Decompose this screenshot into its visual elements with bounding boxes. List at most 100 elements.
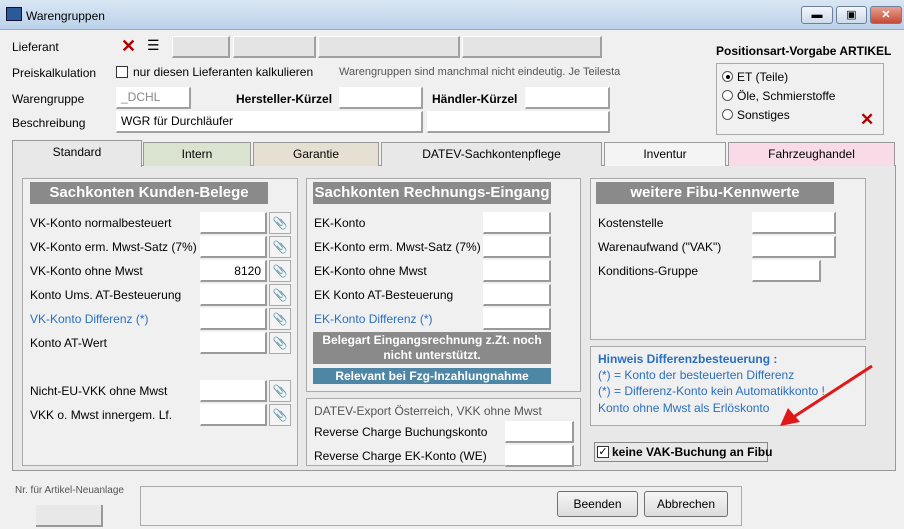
eingang-row-field[interactable] xyxy=(483,308,551,330)
tab-inventur[interactable]: Inventur xyxy=(604,142,726,166)
hinweis-title: Hinweis Differenzbesteuerung : xyxy=(598,352,778,366)
list-icon[interactable]: ☰ xyxy=(147,37,160,54)
reverse-charge-label: Reverse Charge Buchungskonto xyxy=(314,425,488,439)
paperclip-icon[interactable]: 📎 xyxy=(269,404,291,426)
kunden-row-field[interactable] xyxy=(200,308,267,330)
lieferant-field-4[interactable] xyxy=(462,36,602,58)
beschreibung-field-2[interactable] xyxy=(427,111,610,133)
clear-positionsart-icon[interactable]: ✕ xyxy=(860,110,874,130)
nr-artikel-label: Nr. für Artikel-Neuanlage xyxy=(15,485,124,496)
warengruppen-hint: Warengruppen sind manchmal nicht eindeut… xyxy=(339,66,621,78)
paperclip-icon[interactable]: 📎 xyxy=(269,260,291,282)
eingang-row-label: EK-Konto xyxy=(314,216,366,230)
tab-intern[interactable]: Intern xyxy=(143,142,251,166)
radio-et-teile[interactable] xyxy=(722,71,733,82)
nur-lieferant-checkbox[interactable] xyxy=(116,66,128,78)
eingang-row-label: EK Konto AT-Besteuerung xyxy=(314,288,454,302)
minimize-button[interactable]: ▬ xyxy=(801,6,833,24)
radio-oele[interactable] xyxy=(722,90,733,101)
tab-garantie[interactable]: Garantie xyxy=(253,142,379,166)
kostenstelle-field[interactable] xyxy=(752,212,836,234)
kunden-row-label: VK-Konto ohne Mwst xyxy=(30,264,143,278)
eingang-row-label: EK-Konto ohne Mwst xyxy=(314,264,427,278)
haendler-label: Händler-Kürzel xyxy=(432,92,518,106)
relevant-note: Relevant bei Fzg-Inzahlungnahme xyxy=(313,368,551,384)
eingang-title: Sachkonten Rechnungs-Eingang xyxy=(313,182,551,204)
nur-lieferant-label: nur diesen Lieferanten kalkulieren xyxy=(133,65,314,79)
kunden-row-label: VK-Konto normalbesteuert xyxy=(30,216,172,230)
konditionsgruppe-label: Konditions-Gruppe xyxy=(598,264,699,278)
app-icon xyxy=(6,7,22,21)
eingang-row-field[interactable] xyxy=(483,284,551,306)
hinweis-line-3: Konto ohne Mwst als Erlöskonto xyxy=(598,401,770,415)
warengruppe-field[interactable]: _DCHL xyxy=(116,87,191,109)
kunden-row-field[interactable] xyxy=(200,380,267,402)
tab-fahrzeughandel[interactable]: Fahrzeughandel xyxy=(728,142,895,166)
kunden-row-label: VK-Konto erm. Mwst-Satz (7%) xyxy=(30,240,197,254)
paperclip-icon[interactable]: 📎 xyxy=(269,380,291,402)
kunden-row-field[interactable] xyxy=(200,236,267,258)
eingang-row-label: EK-Konto erm. Mwst-Satz (7%) xyxy=(314,240,481,254)
vak-checkbox[interactable]: ✓ xyxy=(597,446,609,458)
radio-sonstiges[interactable] xyxy=(722,109,733,120)
reverse-charge-ek-field[interactable] xyxy=(505,445,574,467)
eingang-row-field[interactable] xyxy=(483,212,551,234)
reverse-charge-field[interactable] xyxy=(505,421,574,443)
eingang-note: Belegart Eingangsrechnung z.Zt. noch nic… xyxy=(313,332,551,364)
kunden-row-label: Nicht-EU-VKK ohne Mwst xyxy=(30,384,168,398)
title-bar: Warengruppen ▬ ▣ ✕ xyxy=(0,0,904,30)
eingang-row-field[interactable] xyxy=(483,236,551,258)
hersteller-field[interactable] xyxy=(339,87,423,109)
kunden-row-label: VKK o. Mwst innergem. Lf. xyxy=(30,408,173,422)
paperclip-icon[interactable]: 📎 xyxy=(269,308,291,330)
beschreibung-field[interactable]: WGR für Durchläufer xyxy=(116,111,423,133)
kunden-row-field[interactable]: 8120 xyxy=(200,260,267,282)
radio-sonstiges-label: Sonstiges xyxy=(737,108,790,122)
paperclip-icon[interactable]: 📎 xyxy=(269,332,291,354)
lieferant-field-2[interactable] xyxy=(233,36,316,58)
warenaufwand-label: Warenaufwand ("VAK") xyxy=(598,240,722,254)
kunden-row-label: Konto Ums. AT-Besteuerung xyxy=(30,288,182,302)
tab-datev[interactable]: DATEV-Sachkontenpflege xyxy=(381,142,602,166)
tab-standard[interactable]: Standard xyxy=(12,140,142,167)
lieferant-field-1[interactable] xyxy=(172,36,230,58)
eingang-row-field[interactable] xyxy=(483,260,551,282)
kunden-row-field[interactable] xyxy=(200,284,267,306)
kunden-row-field[interactable] xyxy=(200,404,267,426)
fibu-title: weitere Fibu-Kennwerte xyxy=(596,182,834,204)
warenaufwand-field[interactable] xyxy=(752,236,836,258)
beenden-button[interactable]: Beenden xyxy=(557,491,638,517)
window-title: Warengruppen xyxy=(26,9,105,23)
hersteller-label: Hersteller-Kürzel xyxy=(236,92,333,106)
kunden-row-field[interactable] xyxy=(200,212,267,234)
kunden-title: Sachkonten Kunden-Belege xyxy=(30,182,268,204)
radio-et-teile-label: ET (Teile) xyxy=(737,70,789,84)
clear-icon[interactable]: ✕ xyxy=(121,36,136,57)
kostenstelle-label: Kostenstelle xyxy=(598,216,664,230)
paperclip-icon[interactable]: 📎 xyxy=(269,212,291,234)
datev-title: DATEV-Export Österreich, VKK ohne Mwst xyxy=(314,404,542,418)
paperclip-icon[interactable]: 📎 xyxy=(269,236,291,258)
haendler-field[interactable] xyxy=(525,87,610,109)
kunden-row-label: VK-Konto Differenz (*) xyxy=(30,312,149,326)
beschreibung-label: Beschreibung xyxy=(12,116,86,130)
hinweis-line-1: (*) = Konto der besteuerten Differenz xyxy=(598,368,795,382)
warengruppe-label: Warengruppe xyxy=(12,92,85,106)
vak-label: keine VAK-Buchung an Fibu xyxy=(612,445,773,459)
red-arrow-icon xyxy=(780,364,873,426)
preiskalkulation-label: Preiskalkulation xyxy=(12,66,97,80)
positionsart-title: Positionsart-Vorgabe ARTIKEL xyxy=(716,44,892,58)
reverse-charge-ek-label: Reverse Charge EK-Konto (WE) xyxy=(314,449,487,463)
radio-oele-label: Öle, Schmierstoffe xyxy=(737,89,836,103)
paperclip-icon[interactable]: 📎 xyxy=(269,284,291,306)
kunden-row-label: Konto AT-Wert xyxy=(30,336,107,350)
maximize-button[interactable]: ▣ xyxy=(836,6,867,24)
eingang-row-label: EK-Konto Differenz (*) xyxy=(314,312,433,326)
kunden-row-field[interactable] xyxy=(200,332,267,354)
abbrechen-button[interactable]: Abbrechen xyxy=(644,491,728,517)
close-button[interactable]: ✕ xyxy=(870,6,902,24)
lieferant-label: Lieferant xyxy=(12,40,59,54)
lieferant-field-3[interactable] xyxy=(318,36,460,58)
nr-artikel-field[interactable] xyxy=(36,505,103,527)
konditionsgruppe-field[interactable] xyxy=(752,260,821,282)
